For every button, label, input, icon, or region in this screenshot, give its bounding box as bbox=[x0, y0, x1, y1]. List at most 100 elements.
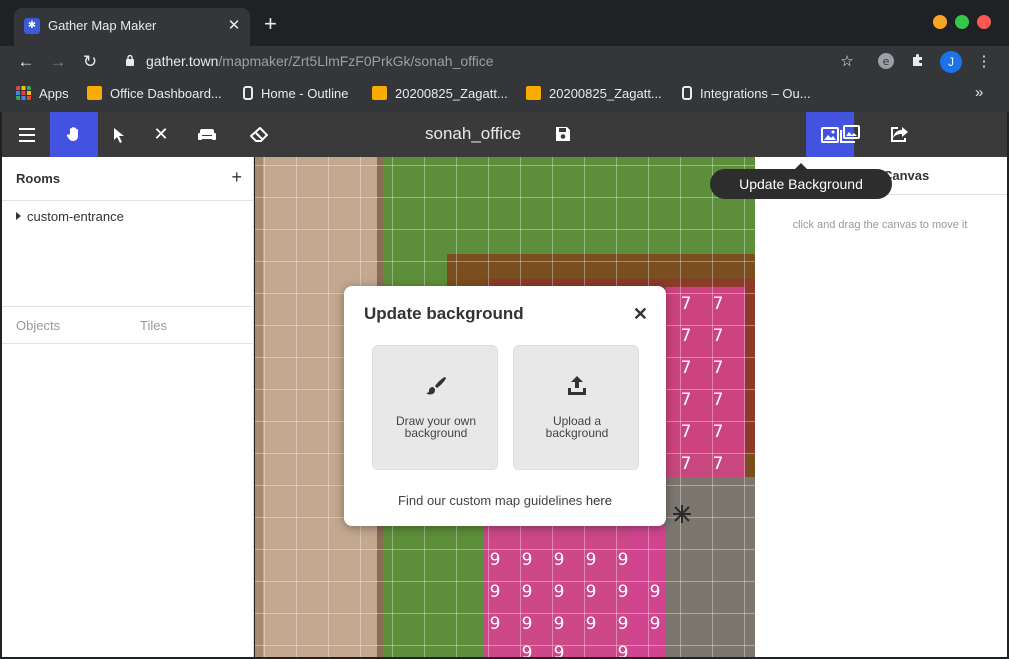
bookmarks-overflow-button[interactable]: » bbox=[975, 84, 983, 101]
update-background-tooltip: Update Background bbox=[710, 169, 892, 199]
modal-title: Update background bbox=[364, 304, 524, 323]
tab-tiles[interactable]: Tiles bbox=[140, 318, 167, 333]
tile-number: 7 bbox=[712, 326, 724, 346]
url-path: /mapmaker/Zrt5LlmFzF0PrkGk/sonah_office bbox=[218, 53, 494, 69]
tile-number: 9 bbox=[649, 582, 661, 602]
outline-icon bbox=[243, 86, 253, 100]
back-arrow-icon[interactable]: ← bbox=[15, 51, 37, 73]
browser-tab[interactable]: ✱ Gather Map Maker ✕ bbox=[14, 8, 250, 46]
address-bar[interactable]: gather.town/mapmaker/Zrt5LlmFzF0PrkGk/so… bbox=[146, 53, 494, 69]
tile-number: 7 bbox=[712, 390, 724, 410]
folder-icon bbox=[87, 86, 102, 100]
draw-background-button[interactable]: Draw your own background bbox=[372, 345, 498, 470]
upload-background-button[interactable]: Upload a background bbox=[513, 345, 639, 470]
bookmark-apps[interactable]: Apps bbox=[16, 86, 69, 101]
tile-number: 9 bbox=[489, 582, 501, 602]
draw-background-label: Draw your own background bbox=[395, 414, 477, 440]
gather-favicon-icon: ✱ bbox=[24, 18, 40, 34]
forward-arrow-icon[interactable]: → bbox=[47, 51, 69, 73]
new-tab-button[interactable]: + bbox=[264, 13, 277, 35]
guidelines-link[interactable]: here bbox=[586, 493, 612, 508]
tile-number: 9 bbox=[649, 614, 661, 634]
delete-x-icon[interactable]: ✕ bbox=[138, 112, 184, 157]
tile-number: 9 bbox=[585, 582, 597, 602]
window-close-button[interactable] bbox=[977, 15, 991, 29]
bookmark-label: Integrations – Ou... bbox=[700, 86, 811, 101]
tile-number: 7 bbox=[712, 422, 724, 442]
tab-close-icon[interactable]: ✕ bbox=[226, 16, 242, 34]
bookmark-integrations[interactable]: Integrations – Ou... bbox=[682, 86, 811, 101]
hand-tool-icon[interactable] bbox=[50, 112, 98, 157]
add-room-button[interactable]: + bbox=[231, 167, 242, 188]
tile-number: 9 bbox=[489, 614, 501, 634]
room-item-custom-entrance[interactable]: custom-entrance bbox=[16, 209, 124, 224]
tile-number: 9 bbox=[617, 550, 629, 570]
save-icon[interactable] bbox=[555, 126, 571, 142]
reload-icon[interactable]: ↻ bbox=[79, 51, 101, 73]
rooms-header: Rooms + bbox=[2, 157, 254, 201]
right-sidebar: Canvas click and drag the canvas to move… bbox=[755, 157, 1007, 657]
tile-number: 9 bbox=[617, 614, 629, 634]
eraser-icon[interactable] bbox=[236, 112, 282, 157]
bookmark-office-dashboard[interactable]: Office Dashboard... bbox=[87, 86, 222, 101]
tile-number: 9 bbox=[553, 643, 565, 657]
tile-number: 9 bbox=[553, 550, 565, 570]
folder-icon bbox=[372, 86, 387, 100]
bookmark-zagatt-1[interactable]: 20200825_Zagatt... bbox=[372, 86, 508, 101]
tile-number: 9 bbox=[617, 643, 629, 657]
mapmaker-toolbar: ✕ sonah_office bbox=[2, 112, 1007, 157]
svg-text:e: e bbox=[883, 55, 890, 68]
bookmarks-bar: Apps Office Dashboard... Home - Outline … bbox=[0, 78, 1009, 112]
select-pointer-icon[interactable] bbox=[96, 112, 142, 157]
modal-close-icon[interactable]: ✕ bbox=[633, 304, 648, 325]
room-name: custom-entrance bbox=[27, 209, 124, 224]
bookmark-home-outline[interactable]: Home - Outline bbox=[243, 86, 348, 101]
tile-number: 7 bbox=[680, 390, 692, 410]
tile-number: 9 bbox=[521, 643, 533, 657]
menu-icon[interactable] bbox=[4, 112, 50, 157]
expand-caret-icon[interactable] bbox=[16, 212, 21, 220]
extension-e-icon[interactable]: e bbox=[876, 52, 896, 72]
tile-number: 7 bbox=[680, 326, 692, 346]
bookmark-label: 20200825_Zagatt... bbox=[395, 86, 508, 101]
tile-number: 9 bbox=[553, 582, 565, 602]
bookmark-label: 20200825_Zagatt... bbox=[549, 86, 662, 101]
left-sidebar: Rooms + custom-entrance Objects Tiles bbox=[2, 157, 254, 657]
tile-number: 7 bbox=[712, 358, 724, 378]
folder-icon bbox=[526, 86, 541, 100]
paintbrush-icon bbox=[426, 377, 446, 395]
bookmark-star-icon[interactable]: ☆ bbox=[837, 52, 857, 72]
tile-number: 9 bbox=[489, 550, 501, 570]
guidelines-prefix: Find our custom map guidelines bbox=[398, 493, 586, 508]
tile-number: 9 bbox=[585, 614, 597, 634]
minimize-button[interactable] bbox=[933, 15, 947, 29]
apps-grid-icon bbox=[16, 86, 31, 100]
bookmark-label: Home - Outline bbox=[261, 86, 349, 101]
upload-icon bbox=[568, 376, 586, 395]
extensions-puzzle-icon[interactable] bbox=[908, 52, 928, 72]
share-export-icon[interactable] bbox=[876, 112, 924, 157]
furniture-sofa-icon[interactable] bbox=[184, 112, 230, 157]
maximize-button[interactable] bbox=[955, 15, 969, 29]
url-host: gather.town bbox=[146, 53, 219, 69]
browser-tabstrip: ✱ Gather Map Maker ✕ + bbox=[0, 0, 1009, 46]
tile-number: 9 bbox=[585, 550, 597, 570]
objects-tiles-tabs: Objects Tiles bbox=[2, 306, 254, 344]
bookmark-label: Office Dashboard... bbox=[110, 86, 222, 101]
tile-number: 7 bbox=[712, 294, 724, 314]
outline-icon bbox=[682, 86, 692, 100]
bookmark-zagatt-2[interactable]: 20200825_Zagatt... bbox=[526, 86, 662, 101]
canvas-hint: click and drag the canvas to move it bbox=[792, 219, 968, 231]
browser-menu-icon[interactable]: ⋮ bbox=[974, 52, 994, 72]
tab-objects[interactable]: Objects bbox=[16, 318, 60, 333]
profile-avatar[interactable]: J bbox=[940, 51, 962, 73]
rooms-title: Rooms bbox=[16, 171, 61, 186]
lock-icon bbox=[126, 54, 134, 66]
layers-images-icon[interactable] bbox=[826, 112, 874, 157]
tile-number: 7 bbox=[680, 422, 692, 442]
tile-number: 7 bbox=[712, 454, 724, 474]
tile-number: 9 bbox=[617, 582, 629, 602]
tile-number: 9 bbox=[521, 614, 533, 634]
tile-number: 7 bbox=[680, 358, 692, 378]
upload-background-label: Upload a background bbox=[545, 414, 609, 440]
